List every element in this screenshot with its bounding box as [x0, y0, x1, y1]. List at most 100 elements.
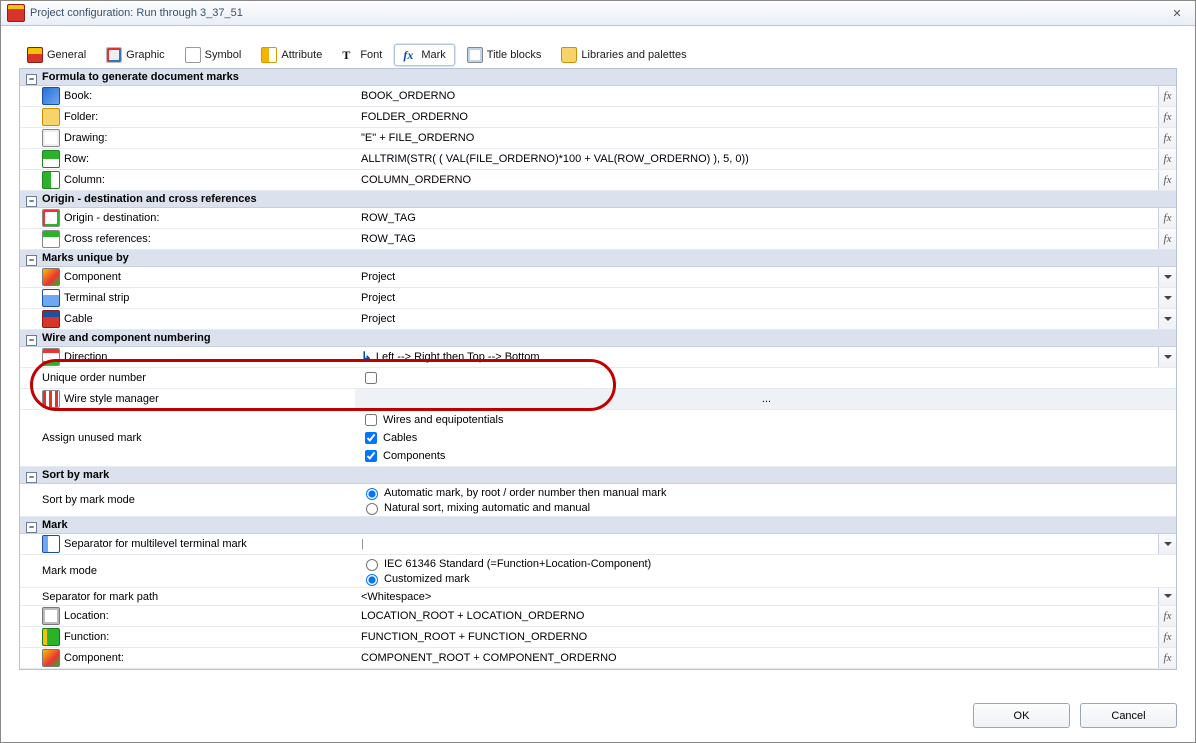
dropdown-button[interactable] — [1158, 588, 1176, 605]
section-unique[interactable]: −Marks unique by — [20, 250, 1176, 267]
value-sep-path[interactable]: <Whitespace> — [361, 591, 431, 603]
label-strip: Terminal strip — [64, 292, 129, 304]
radio-sort-natural[interactable]: Natural sort, mixing automatic and manua… — [361, 500, 590, 515]
value-column[interactable]: COLUMN_ORDERNO — [361, 174, 471, 186]
checkbox-wires[interactable]: Wires and equipotentials — [361, 411, 503, 429]
collapse-icon[interactable]: − — [26, 522, 37, 533]
dropdown-button[interactable] — [1158, 288, 1176, 308]
title-blocks-icon — [467, 47, 483, 63]
arrow-icon: ↳ — [361, 349, 372, 365]
radio-customized[interactable]: Customized mark — [361, 571, 470, 586]
section-mark[interactable]: −Mark — [20, 517, 1176, 534]
book-icon — [42, 87, 60, 105]
value-strip[interactable]: Project — [361, 292, 395, 304]
terminal-strip-icon — [42, 289, 60, 307]
fx-button[interactable]: fx — [1158, 648, 1176, 668]
column-icon — [42, 171, 60, 189]
fx-button[interactable]: fx — [1158, 606, 1176, 626]
property-grid: −Formula to generate document marks Book… — [19, 68, 1177, 670]
row-icon — [42, 150, 60, 168]
label-sort-mode: Sort by mark mode — [42, 494, 135, 506]
label-component2: Component: — [64, 652, 124, 664]
dropdown-button[interactable] — [1158, 309, 1176, 329]
tab-symbol[interactable]: Symbol — [177, 44, 250, 66]
collapse-icon[interactable]: − — [26, 196, 37, 207]
value-component2[interactable]: COMPONENT_ROOT + COMPONENT_ORDERNO — [361, 652, 617, 664]
drawing-icon — [42, 129, 60, 147]
checkbox-unique-order-number[interactable] — [365, 372, 377, 384]
label-location: Location: — [64, 610, 109, 622]
radio-iec[interactable]: IEC 61346 Standard (=Function+Location-C… — [361, 556, 651, 571]
value-direction[interactable]: Left --> Right then Top --> Bottom — [376, 351, 540, 363]
label-cable: Cable — [64, 313, 93, 325]
fx-button[interactable]: fx — [1158, 627, 1176, 647]
value-book[interactable]: BOOK_ORDERNO — [361, 90, 455, 102]
collapse-icon[interactable]: − — [26, 255, 37, 266]
tab-libraries[interactable]: Libraries and palettes — [553, 44, 694, 66]
value-xr[interactable]: ROW_TAG — [361, 233, 416, 245]
ok-button[interactable]: OK — [973, 703, 1070, 728]
checkbox-cables[interactable]: Cables — [361, 429, 417, 447]
mark-icon: fx — [403, 48, 417, 62]
wire-style-manager-icon — [42, 390, 60, 408]
fx-button[interactable]: fx — [1158, 229, 1176, 249]
value-row[interactable]: ALLTRIM(STR( ( VAL(FILE_ORDERNO)*100 + V… — [361, 153, 749, 165]
tab-bar: General Graphic Symbol Attribute TFont f… — [19, 44, 1177, 68]
attribute-icon — [261, 47, 277, 63]
collapse-icon[interactable]: − — [26, 335, 37, 346]
dropdown-button[interactable] — [1158, 347, 1176, 367]
fx-button[interactable]: fx — [1158, 86, 1176, 106]
value-sep-multilevel[interactable]: | — [361, 538, 364, 550]
graphic-icon — [106, 47, 122, 63]
font-icon: T — [342, 48, 356, 62]
separator-icon — [42, 535, 60, 553]
label-sep-multilevel: Separator for multilevel terminal mark — [64, 538, 247, 550]
section-sort[interactable]: −Sort by mark — [20, 467, 1176, 484]
fx-button[interactable]: fx — [1158, 107, 1176, 127]
value-wsm[interactable]: ... — [762, 393, 771, 405]
fx-button[interactable]: fx — [1158, 149, 1176, 169]
location-icon — [42, 607, 60, 625]
folder-icon — [42, 108, 60, 126]
value-function[interactable]: FUNCTION_ROOT + FUNCTION_ORDERNO — [361, 631, 587, 643]
value-cable[interactable]: Project — [361, 313, 395, 325]
fx-button[interactable]: fx — [1158, 128, 1176, 148]
close-button[interactable]: ✕ — [1165, 4, 1189, 22]
dropdown-button[interactable] — [1158, 267, 1176, 287]
tab-font[interactable]: TFont — [334, 45, 390, 65]
label-sep-path: Separator for mark path — [42, 591, 158, 603]
cable-icon — [42, 310, 60, 328]
value-od[interactable]: ROW_TAG — [361, 212, 416, 224]
label-mark-mode: Mark mode — [42, 565, 97, 577]
value-location[interactable]: LOCATION_ROOT + LOCATION_ORDERNO — [361, 610, 584, 622]
symbol-icon — [185, 47, 201, 63]
fx-button[interactable]: fx — [1158, 669, 1176, 670]
function-icon — [42, 628, 60, 646]
tab-graphic[interactable]: Graphic — [98, 44, 173, 66]
fx-button[interactable]: fx — [1158, 208, 1176, 228]
collapse-icon[interactable]: − — [26, 472, 37, 483]
section-origin[interactable]: −Origin - destination and cross referenc… — [20, 191, 1176, 208]
value-drawing[interactable]: "E" + FILE_ORDERNO — [361, 132, 474, 144]
dropdown-button[interactable] — [1158, 534, 1176, 554]
value-folder[interactable]: FOLDER_ORDERNO — [361, 111, 468, 123]
section-wire[interactable]: −Wire and component numbering — [20, 330, 1176, 347]
label-assign-unused: Assign unused mark — [42, 432, 142, 444]
fx-button[interactable]: fx — [1158, 170, 1176, 190]
value-component[interactable]: Project — [361, 271, 395, 283]
cancel-button[interactable]: Cancel — [1080, 703, 1177, 728]
dialog-window: Project configuration: Run through 3_37_… — [0, 0, 1196, 743]
tab-mark[interactable]: fxMark — [394, 44, 454, 66]
origin-destination-icon — [42, 209, 60, 227]
radio-sort-auto[interactable]: Automatic mark, by root / order number t… — [361, 485, 666, 500]
tab-general[interactable]: General — [19, 44, 94, 66]
tab-title-blocks[interactable]: Title blocks — [459, 44, 550, 66]
checkbox-components[interactable]: Components — [361, 447, 445, 465]
label-direction: Direction — [64, 351, 107, 363]
app-icon — [7, 4, 25, 22]
tab-attribute[interactable]: Attribute — [253, 44, 330, 66]
label-function: Function: — [64, 631, 109, 643]
section-formula[interactable]: −Formula to generate document marks — [20, 69, 1176, 86]
collapse-icon[interactable]: − — [26, 74, 37, 85]
label-book: Book: — [64, 90, 92, 102]
